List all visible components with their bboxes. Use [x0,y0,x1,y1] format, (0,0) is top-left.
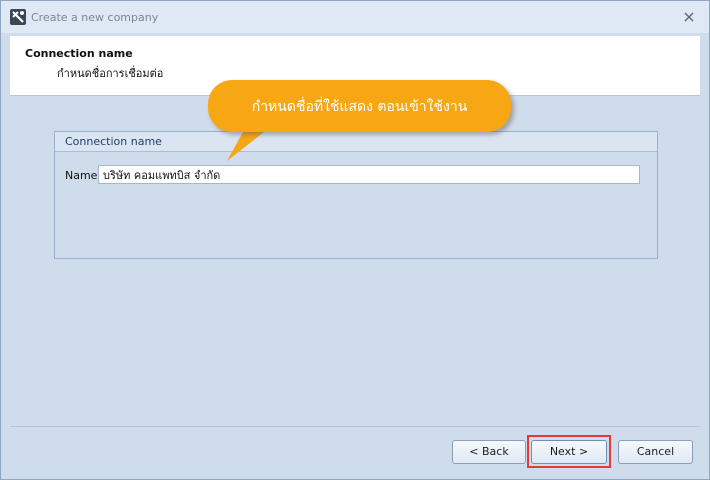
name-input[interactable] [98,165,640,184]
name-label: Name [65,169,98,182]
window-title: Create a new company [31,11,159,24]
wizard-window: Create a new company Connection name กำห… [0,0,710,480]
cancel-button[interactable]: Cancel [618,440,693,464]
callout-text: กำหนดชื่อที่ใช้แสดง ตอนเข้าใช้งาน [251,99,468,115]
back-button[interactable]: < Back [452,440,526,464]
page-subtitle: กำหนดชื่อการเชื่อมต่อ [57,67,164,80]
group-header: Connection name [55,132,657,152]
close-icon[interactable] [683,11,695,23]
connection-name-group: Connection name [54,131,658,259]
title-bar: Create a new company [1,1,709,33]
footer-divider [10,426,700,427]
page-title: Connection name [25,47,133,60]
company-wizard-icon [10,9,26,25]
next-button[interactable]: Next > [531,440,607,464]
group-title: Connection name [65,135,162,148]
callout-bubble: กำหนดชื่อที่ใช้แสดง ตอนเข้าใช้งาน [208,80,511,132]
